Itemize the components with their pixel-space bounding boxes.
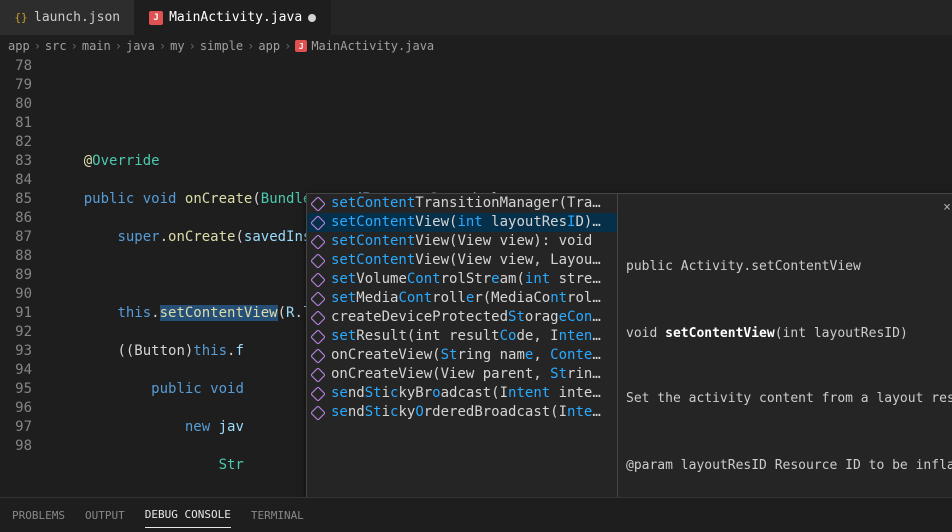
breadcrumb-item[interactable]: MainActivity.java [311,39,434,53]
method-icon [311,216,325,230]
tab-mainactivity[interactable]: J MainActivity.java [135,0,331,35]
method-icon [311,273,325,287]
suggestion-item[interactable]: setContentView(View view, Layou… [307,251,617,270]
suggestion-item[interactable]: sendStickyBroadcast(Intent inte… [307,384,617,403]
chevron-right-icon: › [247,39,254,53]
close-icon[interactable]: × [943,198,951,217]
breadcrumb: app › src › main › java › my › simple › app › J… [0,35,952,57]
suggestion-item[interactable]: onCreateView(View parent, Strin… [307,365,617,384]
editor-tabs: {} launch.json J MainActivity.java [0,0,952,35]
method-icon [311,235,325,249]
method-icon [311,311,325,325]
chevron-right-icon: › [34,39,41,53]
chevron-right-icon: › [284,39,291,53]
suggestion-text: setContentTransitionManager(Tra… [331,194,613,213]
java-icon: J [149,11,163,25]
doc-param: @param layoutResID Resource ID to be inf… [626,456,949,475]
breadcrumb-item[interactable]: src [45,39,67,53]
suggestion-item[interactable]: setContentView(int layoutResID)… [307,213,617,232]
modified-dot-icon [308,14,316,22]
tab-launch-json[interactable]: {} launch.json [0,0,135,35]
suggestion-text: setContentView(View view, Layou… [331,251,613,270]
java-icon: J [295,40,307,52]
suggestion-text: sendStickyOrderedBroadcast(Inte… [331,403,613,422]
suggestion-text: setContentView(int layoutResID)… [331,213,613,232]
method-icon [311,368,325,382]
code-content[interactable]: @Override public void onCreate(Bundle sa… [50,57,952,497]
code-editor[interactable]: 7879808182838485868788899091929394959697… [0,57,952,497]
suggestion-item[interactable]: setContentView(View view): void [307,232,617,251]
line-number-gutter: 7879808182838485868788899091929394959697… [0,57,50,497]
breadcrumb-item[interactable]: app [8,39,30,53]
panel-tab-debug-console[interactable]: DEBUG CONSOLE [145,502,231,528]
method-icon [311,330,325,344]
breadcrumb-item[interactable]: app [258,39,280,53]
intellisense-popup: setContentTransitionManager(Tra…setConte… [306,193,952,497]
suggestion-text: setVolumeControlStream(int stre… [331,270,613,289]
method-icon [311,349,325,363]
bottom-panel: PROBLEMS OUTPUT DEBUG CONSOLE TERMINAL [0,497,952,532]
chevron-right-icon: › [115,39,122,53]
method-icon [311,387,325,401]
suggestion-item[interactable]: setMediaController(MediaControl… [307,289,617,308]
suggestion-item[interactable]: setResult(int resultCode, Inten… [307,327,617,346]
tab-label: launch.json [34,10,120,25]
suggestion-item[interactable]: createDeviceProtectedStorageCon… [307,308,617,327]
panel-tab-problems[interactable]: PROBLEMS [12,503,65,528]
suggestion-list[interactable]: setContentTransitionManager(Tra…setConte… [307,194,617,422]
suggestion-item[interactable]: onCreateView(String name, Conte… [307,346,617,365]
suggestion-text: onCreateView(View parent, Strin… [331,365,613,384]
suggestion-documentation: × public Activity.setContentView void se… [617,194,952,497]
breadcrumb-item[interactable]: simple [200,39,243,53]
suggestion-text: onCreateView(String name, Conte… [331,346,613,365]
breadcrumb-item[interactable]: my [170,39,184,53]
suggestion-text: sendStickyBroadcast(Intent inte… [331,384,613,403]
suggestion-item[interactable]: setContentTransitionManager(Tra… [307,194,617,213]
chevron-right-icon: › [189,39,196,53]
panel-tab-terminal[interactable]: TERMINAL [251,503,304,528]
chevron-right-icon: › [71,39,78,53]
suggestion-text: createDeviceProtectedStorageCon… [331,308,613,327]
doc-return: void setContentView(int layoutResID) [626,324,949,343]
suggestion-item[interactable]: setVolumeControlStream(int stre… [307,270,617,289]
doc-signature: public Activity.setContentView [626,257,949,276]
doc-body: Set the activity content from a layout r… [626,391,949,408]
suggestion-text: setMediaController(MediaControl… [331,289,613,308]
suggestion-text: setContentView(View view): void [331,232,613,251]
chevron-right-icon: › [159,39,166,53]
panel-tab-output[interactable]: OUTPUT [85,503,125,528]
suggestion-text: setResult(int resultCode, Inten… [331,327,613,346]
method-icon [311,197,325,211]
tab-label: MainActivity.java [169,10,302,25]
breadcrumb-item[interactable]: java [126,39,155,53]
json-icon: {} [14,11,28,25]
method-icon [311,406,325,420]
method-icon [311,292,325,306]
suggestion-item[interactable]: sendStickyOrderedBroadcast(Inte… [307,403,617,422]
breadcrumb-item[interactable]: main [82,39,111,53]
method-icon [311,254,325,268]
